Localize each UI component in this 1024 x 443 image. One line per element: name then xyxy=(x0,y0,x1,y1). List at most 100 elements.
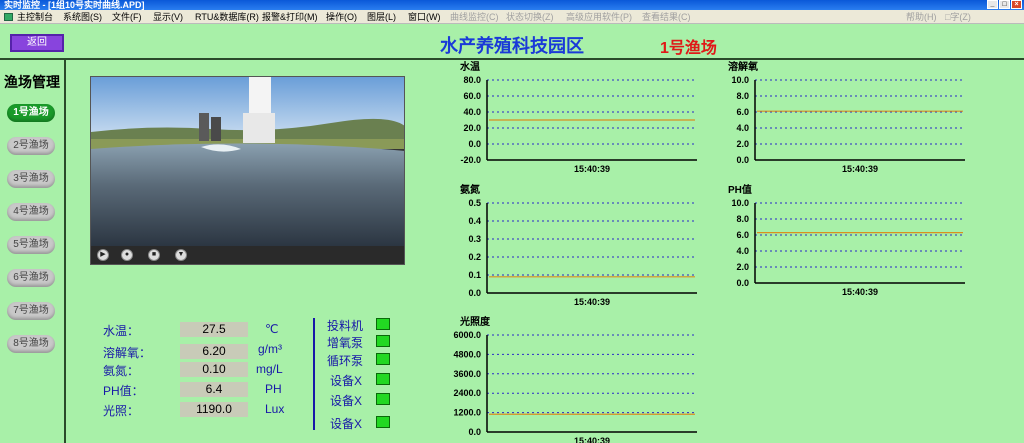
chart-svg-illuminance: 光照度 6000.0 4800.0 3600.0 2400.0 1200.0 0.0 15:4… xyxy=(453,315,697,443)
menu-file[interactable]: 文件(F) xyxy=(112,10,142,23)
chart-dissolved-oxygen: 溶解氧 10.0 8.0 6.0 4.0 2.0 0.0 15:40:39 xyxy=(700,60,965,185)
y-tick-label: 2.0 xyxy=(736,139,749,149)
chart-illuminance: 光照度 6000.0 4800.0 3600.0 2400.0 1200.0 0.0 15:4… xyxy=(432,315,697,443)
chart-title: PH值 xyxy=(728,183,752,196)
sidebar-item-farm-8[interactable]: 8号渔场 xyxy=(7,335,55,353)
window-title-bar: 实时监控 - [1组10号实时曲线.APD] _ □ × xyxy=(0,0,1024,10)
x-tick-label: 15:40:39 xyxy=(842,287,878,297)
device-status-device-x-3[interactable] xyxy=(376,416,390,428)
device-status-device-x-2[interactable] xyxy=(376,393,390,405)
y-tick-label: 0.2 xyxy=(468,252,481,262)
y-tick-label: 6000.0 xyxy=(453,330,481,340)
y-tick-label: 2.0 xyxy=(736,262,749,272)
menu-window[interactable]: 窗口(W) xyxy=(408,10,441,23)
close-button[interactable]: × xyxy=(1011,0,1022,9)
reading-unit-light: Lux xyxy=(265,402,285,416)
sidebar-title: 渔场管理 xyxy=(4,74,60,90)
menu-view-results[interactable]: 查看结果(C) xyxy=(642,10,691,23)
reading-value-dissolved-oxygen: 6.20 xyxy=(180,344,248,359)
back-button[interactable]: 返回 xyxy=(10,34,64,52)
device-status-device-x-1[interactable] xyxy=(376,373,390,385)
chart-svg-ammonia: 氨氮 0.5 0.4 0.3 0.2 0.1 0.0 15:40:39 xyxy=(460,183,697,307)
sidebar-divider xyxy=(64,60,66,443)
device-label-device-x-2: 设备X xyxy=(330,394,363,408)
sidebar-item-farm-1[interactable]: 1号渔场 xyxy=(7,104,55,122)
y-tick-label: 0.0 xyxy=(736,278,749,288)
sidebar-item-farm-6[interactable]: 6号渔场 xyxy=(7,269,55,287)
chart-title: 光照度 xyxy=(459,315,491,328)
y-tick-label: 8.0 xyxy=(736,214,749,224)
sidebar-item-farm-4[interactable]: 4号渔场 xyxy=(7,203,55,221)
device-label-device-x-3: 设备X xyxy=(330,417,363,431)
y-tick-label: 10.0 xyxy=(731,75,749,85)
device-label-circulation-pump: 循环泵 xyxy=(327,354,364,368)
x-tick-label: 15:40:39 xyxy=(574,436,610,443)
menu-layer[interactable]: 图层(L) xyxy=(367,10,396,23)
reading-label-light: 光照： xyxy=(103,404,140,418)
y-tick-label: 1200.0 xyxy=(453,408,481,418)
window-controls: _ □ × xyxy=(987,0,1022,9)
chart-svg-water-temp: 水温 80.0 60.0 40.0 20.0 0.0 -20.0 15:40:39 xyxy=(459,60,697,174)
device-status-feeder[interactable] xyxy=(376,318,390,330)
menu-alarm-print[interactable]: 报警&打印(M) xyxy=(262,10,318,23)
maximize-button[interactable]: □ xyxy=(999,0,1010,9)
device-label-feeder: 投料机 xyxy=(327,319,364,333)
menu-advanced-apps[interactable]: 高级应用软件(P) xyxy=(566,10,632,23)
chart-title: 氨氮 xyxy=(460,183,480,196)
menu-system[interactable]: 系统图(S) xyxy=(63,10,102,23)
device-status-circulation-pump[interactable] xyxy=(376,353,390,365)
y-tick-label: 0.0 xyxy=(468,288,481,298)
menu-rtu-database[interactable]: RTU&数据库(R) xyxy=(195,10,259,23)
y-tick-label: 4.0 xyxy=(736,246,749,256)
download-icon[interactable]: ▼ xyxy=(175,249,187,261)
reading-value-water-temp: 27.5 xyxy=(180,322,248,337)
pond-image xyxy=(91,77,404,248)
play-icon[interactable]: ▶ xyxy=(97,249,109,261)
y-tick-label: 0.0 xyxy=(468,139,481,149)
readings-divider xyxy=(313,318,315,430)
chart-water-temperature: 水温 80.0 60.0 40.0 20.0 0.0 -20.0 15:40:39 xyxy=(432,60,697,185)
reading-unit-dissolved-oxygen: g/m³ xyxy=(258,342,282,356)
y-tick-label: 6.0 xyxy=(736,107,749,117)
chart-svg-ph: PH值 10.0 8.0 6.0 4.0 2.0 0.0 15:40:39 xyxy=(728,183,965,297)
y-tick-label: 3600.0 xyxy=(453,369,481,379)
snapshot-icon[interactable]: ■ xyxy=(148,249,160,261)
sidebar-item-farm-3[interactable]: 3号渔场 xyxy=(7,170,55,188)
pond-video-panel: ▶ ● ■ ▼ xyxy=(90,76,405,265)
minimize-button[interactable]: _ xyxy=(987,0,998,9)
y-tick-label: 20.0 xyxy=(463,123,481,133)
device-label-aerator: 增氧泵 xyxy=(327,336,364,350)
reading-unit-ammonia: mg/L xyxy=(256,362,283,376)
device-label-device-x-1: 设备X xyxy=(330,374,363,388)
video-controls: ▶ ● ■ ▼ xyxy=(91,246,404,264)
y-tick-label: 4800.0 xyxy=(453,349,481,359)
farm-title: 1号渔场 xyxy=(660,40,717,57)
y-tick-label: 10.0 xyxy=(731,198,749,208)
reading-label-dissolved-oxygen: 溶解氧： xyxy=(103,346,152,360)
menu-help[interactable]: 帮助(H) xyxy=(906,10,937,23)
menu-curve-monitor[interactable]: 曲线监控(C) xyxy=(450,10,499,23)
chart-ammonia: 氨氮 0.5 0.4 0.3 0.2 0.1 0.0 15:40:39 xyxy=(432,183,697,318)
device-status-aerator[interactable] xyxy=(376,335,390,347)
reading-label-water-temp: 水温： xyxy=(103,324,140,338)
y-tick-label: 60.0 xyxy=(463,91,481,101)
x-tick-label: 15:40:39 xyxy=(574,297,610,307)
sidebar-item-farm-7[interactable]: 7号渔场 xyxy=(7,302,55,320)
y-tick-label: 0.0 xyxy=(468,427,481,437)
page-title: 水产养殖科技园区 xyxy=(440,36,584,56)
y-tick-label: 2400.0 xyxy=(453,388,481,398)
y-tick-label: 8.0 xyxy=(736,91,749,101)
reading-value-ph: 6.4 xyxy=(180,382,248,397)
menu-view[interactable]: 显示(V) xyxy=(153,10,183,23)
menu-main-console[interactable]: 主控制台 xyxy=(17,10,53,23)
chart-title: 水温 xyxy=(459,60,480,73)
menu-state-switch[interactable]: 状态切换(Z) xyxy=(506,10,554,23)
menu-font[interactable]: □字(Z) xyxy=(945,10,971,23)
menu-operation[interactable]: 操作(O) xyxy=(326,10,357,23)
sidebar-item-farm-2[interactable]: 2号渔场 xyxy=(7,137,55,155)
record-icon[interactable]: ● xyxy=(121,249,133,261)
y-tick-label: 0.1 xyxy=(468,270,481,280)
y-tick-label: 0.5 xyxy=(468,198,481,208)
y-tick-label: 80.0 xyxy=(463,75,481,85)
sidebar-item-farm-5[interactable]: 5号渔场 xyxy=(7,236,55,254)
